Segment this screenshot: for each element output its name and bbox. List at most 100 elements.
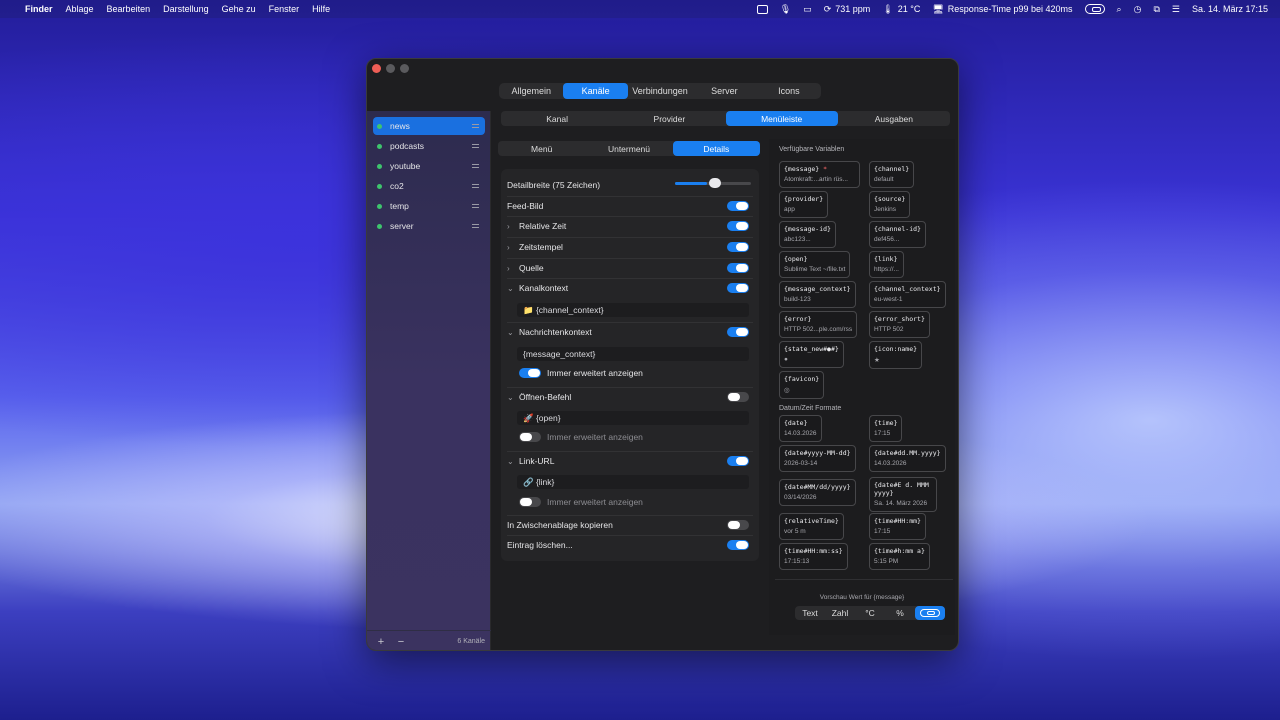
sidebar-item-youtube[interactable]: youtube [373, 157, 485, 175]
variable-chip[interactable]: {favicon} ◎ [779, 371, 825, 399]
drag-handle-icon[interactable] [472, 124, 479, 128]
link-url-row[interactable]: ⌄ Link-URL [507, 451, 753, 471]
variable-chip[interactable]: {icon:name} ★ [869, 341, 923, 369]
tab-kanal[interactable]: Kanal [501, 111, 613, 126]
timestamp-row[interactable]: › Zeitstempel [507, 237, 753, 257]
preview-tab-celsius[interactable]: °C [855, 606, 885, 620]
control-center-icon[interactable]: ☰ [1172, 4, 1180, 15]
menu-hilfe[interactable]: Hilfe [312, 4, 330, 14]
chevron-right-icon[interactable]: › [507, 222, 519, 231]
menu-app-name[interactable]: Finder [25, 4, 53, 14]
app-status-icon[interactable] [1084, 4, 1105, 14]
drag-handle-icon[interactable] [472, 164, 479, 168]
preview-tab-percent[interactable]: % [885, 606, 915, 620]
link-url-toggle[interactable] [727, 456, 749, 466]
sidebar-item-server[interactable]: server [373, 217, 485, 235]
detail-width-slider[interactable] [675, 178, 751, 188]
chevron-right-icon[interactable]: › [507, 264, 519, 273]
timestamp-toggle[interactable] [727, 242, 749, 252]
variable-chip[interactable]: {error} HTTP 502...ple.com/rss [779, 311, 858, 338]
drag-handle-icon[interactable] [472, 144, 479, 148]
sidebar-item-temp[interactable]: temp [373, 197, 485, 215]
tab-server[interactable]: Server [692, 83, 756, 99]
preview-tab-text[interactable]: Text [795, 606, 825, 620]
variable-chip[interactable]: {message} * Atomkraft:...artin rüs... [779, 161, 860, 188]
date-chip[interactable]: {relativeTime} vor 5 m [779, 513, 844, 540]
open-command-toggle[interactable] [727, 392, 749, 402]
date-chip[interactable]: {date#MM/dd/yyyy} 03/14/2026 [779, 479, 856, 506]
open-command-expand-toggle[interactable] [519, 432, 541, 442]
sidebar-item-co2[interactable]: co2 [373, 177, 485, 195]
minimize-button[interactable] [386, 64, 395, 73]
tab-details[interactable]: Details [672, 141, 760, 156]
chevron-down-icon[interactable]: ⌄ [507, 393, 519, 402]
relative-time-row[interactable]: › Relative Zeit [507, 216, 753, 236]
status-ppm[interactable]: ⟳ 731 ppm [824, 4, 871, 15]
variable-chip[interactable]: {channel} default [869, 161, 915, 188]
variable-chip[interactable]: {state_new#●#} ● [779, 341, 844, 368]
menu-bearbeiten[interactable]: Bearbeiten [107, 4, 151, 14]
date-chip[interactable]: {time#HH:mm} 17:15 [869, 513, 926, 540]
chevron-down-icon[interactable]: ⌄ [507, 457, 519, 466]
preview-tab-number[interactable]: Zahl [825, 606, 855, 620]
screen-share-icon[interactable]: ⧉ [1153, 4, 1159, 15]
microphone-icon[interactable]: 🎙 [780, 4, 791, 15]
source-row[interactable]: › Quelle [507, 258, 753, 278]
drag-handle-icon[interactable] [472, 224, 479, 228]
source-toggle[interactable] [727, 263, 749, 273]
menu-ablage[interactable]: Ablage [66, 4, 94, 14]
status-temp[interactable]: 🌡 21 °C [882, 4, 920, 15]
variable-chip[interactable]: {message_context} build-123 [779, 281, 856, 308]
menu-darstellung[interactable]: Darstellung [163, 4, 209, 14]
channel-context-row[interactable]: ⌄ Kanalkontext [507, 278, 753, 298]
add-channel-button[interactable]: + [375, 636, 387, 648]
date-chip[interactable]: {date#E d. MMM yyyy} Sa. 14. März 2026 [869, 477, 937, 512]
channel-context-field[interactable]: 📁 {channel_context} [517, 303, 749, 317]
zoom-button[interactable] [400, 64, 409, 73]
message-context-toggle[interactable] [727, 327, 749, 337]
copy-clipboard-toggle[interactable] [727, 520, 749, 530]
chevron-right-icon[interactable]: › [507, 243, 519, 252]
date-chip[interactable]: {time#HH:mm:ss} 17:15:13 [779, 543, 848, 570]
tab-kanaele[interactable]: Kanäle [563, 83, 628, 99]
variable-chip[interactable]: {provider} app [779, 191, 829, 218]
variable-chip[interactable]: {source} Jenkins [869, 191, 911, 218]
open-command-field[interactable]: 🚀 {open} [517, 411, 749, 425]
remove-channel-button[interactable]: − [395, 636, 407, 648]
date-chip[interactable]: {time#h:mm a} 5:15 PM [869, 543, 930, 570]
date-chip[interactable]: {time} 17:15 [869, 415, 903, 442]
relative-time-toggle[interactable] [727, 221, 749, 231]
sidebar-item-news[interactable]: news [373, 117, 485, 135]
date-chip[interactable]: {date#yyyy-MM-dd} 2026-03-14 [779, 445, 856, 472]
message-context-field[interactable]: {message_context} [517, 347, 749, 361]
variable-chip[interactable]: {channel-id} def456... [869, 221, 926, 248]
tab-ausgaben[interactable]: Ausgaben [838, 111, 950, 126]
link-url-field[interactable]: 🔗 {link} [517, 475, 749, 489]
date-chip[interactable]: {date} 14.03.2026 [779, 415, 822, 442]
camera-icon[interactable]: ▭ [803, 4, 812, 15]
preview-tab-icon[interactable] [915, 606, 945, 620]
variable-chip[interactable]: {error_short} HTTP 502 [869, 311, 930, 338]
tab-provider[interactable]: Provider [613, 111, 725, 126]
channel-context-toggle[interactable] [727, 283, 749, 293]
message-context-row[interactable]: ⌄ Nachrichtenkontext [507, 322, 753, 342]
link-url-expand-toggle[interactable] [519, 497, 541, 507]
delete-entry-toggle[interactable] [727, 540, 749, 550]
menu-gehe-zu[interactable]: Gehe zu [222, 4, 256, 14]
date-chip[interactable]: {date#dd.MM.yyyy} 14.03.2026 [869, 445, 946, 472]
search-icon[interactable]: ⌕ [1117, 4, 1122, 15]
sidebar-item-podcasts[interactable]: podcasts [373, 137, 485, 155]
tab-menue[interactable]: Menü [498, 141, 585, 156]
drag-handle-icon[interactable] [472, 204, 479, 208]
chevron-down-icon[interactable]: ⌄ [507, 284, 519, 293]
close-button[interactable] [372, 64, 381, 73]
slider-knob[interactable] [708, 178, 721, 188]
feed-image-toggle[interactable] [727, 201, 749, 211]
chevron-down-icon[interactable]: ⌄ [507, 328, 519, 337]
variable-chip[interactable]: {channel_context} eu-west-1 [869, 281, 946, 308]
drag-handle-icon[interactable] [472, 184, 479, 188]
tab-verbindungen[interactable]: Verbindungen [628, 83, 692, 99]
tab-icons[interactable]: Icons [757, 83, 821, 99]
message-context-expand-toggle[interactable] [519, 368, 541, 378]
menu-fenster[interactable]: Fenster [269, 4, 300, 14]
